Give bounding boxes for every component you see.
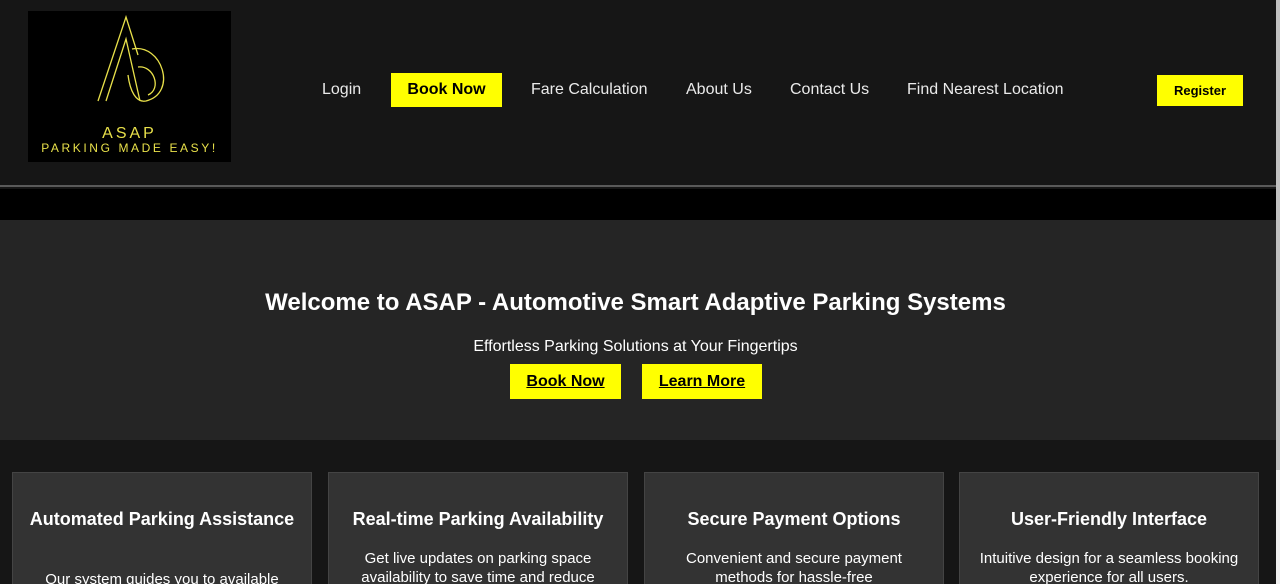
logo-mark-icon — [97, 15, 165, 102]
hero-book-now-button[interactable]: Book Now — [510, 364, 621, 399]
brand-tagline: PARKING MADE EASY! — [41, 141, 218, 155]
vertical-scrollbar[interactable] — [1276, 0, 1280, 584]
feature-card: Real-time Parking Availability Get live … — [328, 472, 628, 584]
hero-section: Welcome to ASAP - Automotive Smart Adapt… — [0, 220, 1276, 440]
feature-title: User-Friendly Interface — [1010, 509, 1208, 529]
nav-find-nearest-location-link[interactable]: Find Nearest Location — [907, 73, 1064, 107]
nav-fare-calculation-link[interactable]: Fare Calculation — [531, 73, 648, 107]
feature-title: Real-time Parking Availability — [352, 509, 604, 529]
feature-text: Intuitive design for a seamless booking … — [979, 550, 1239, 584]
feature-text: Get live updates on parking space availa… — [361, 550, 595, 584]
nav-about-us-link[interactable]: About Us — [686, 73, 752, 107]
features-section: Automated Parking Assistance Our system … — [0, 440, 1276, 584]
register-button[interactable]: Register — [1157, 75, 1243, 106]
feature-text: Convenient and secure payment methods fo… — [686, 550, 902, 584]
feature-card: Secure Payment Options Convenient and se… — [644, 472, 944, 584]
feature-text: Our system guides you to available — [45, 571, 279, 584]
nav-login-link[interactable]: Login — [322, 73, 361, 107]
page: ASAP PARKING MADE EASY! Login Fare Calcu… — [0, 0, 1280, 584]
hero-title: Welcome to ASAP - Automotive Smart Adapt… — [265, 289, 1006, 316]
site-header: ASAP PARKING MADE EASY! Login Fare Calcu… — [0, 0, 1276, 187]
header-divider-band — [0, 189, 1276, 220]
nav-book-now-button[interactable]: Book Now — [391, 73, 502, 107]
brand-logo[interactable]: ASAP PARKING MADE EASY! — [28, 11, 231, 162]
feature-title: Secure Payment Options — [687, 509, 901, 529]
hero-learn-more-button[interactable]: Learn More — [642, 364, 762, 399]
feature-card: User-Friendly Interface Intuitive design… — [959, 472, 1259, 584]
feature-card: Automated Parking Assistance Our system … — [12, 472, 312, 584]
nav-contact-us-link[interactable]: Contact Us — [790, 73, 869, 107]
hero-subtitle: Effortless Parking Solutions at Your Fin… — [473, 338, 798, 355]
scrollbar-thumb[interactable] — [1276, 0, 1280, 470]
feature-title: Automated Parking Assistance — [29, 509, 295, 529]
